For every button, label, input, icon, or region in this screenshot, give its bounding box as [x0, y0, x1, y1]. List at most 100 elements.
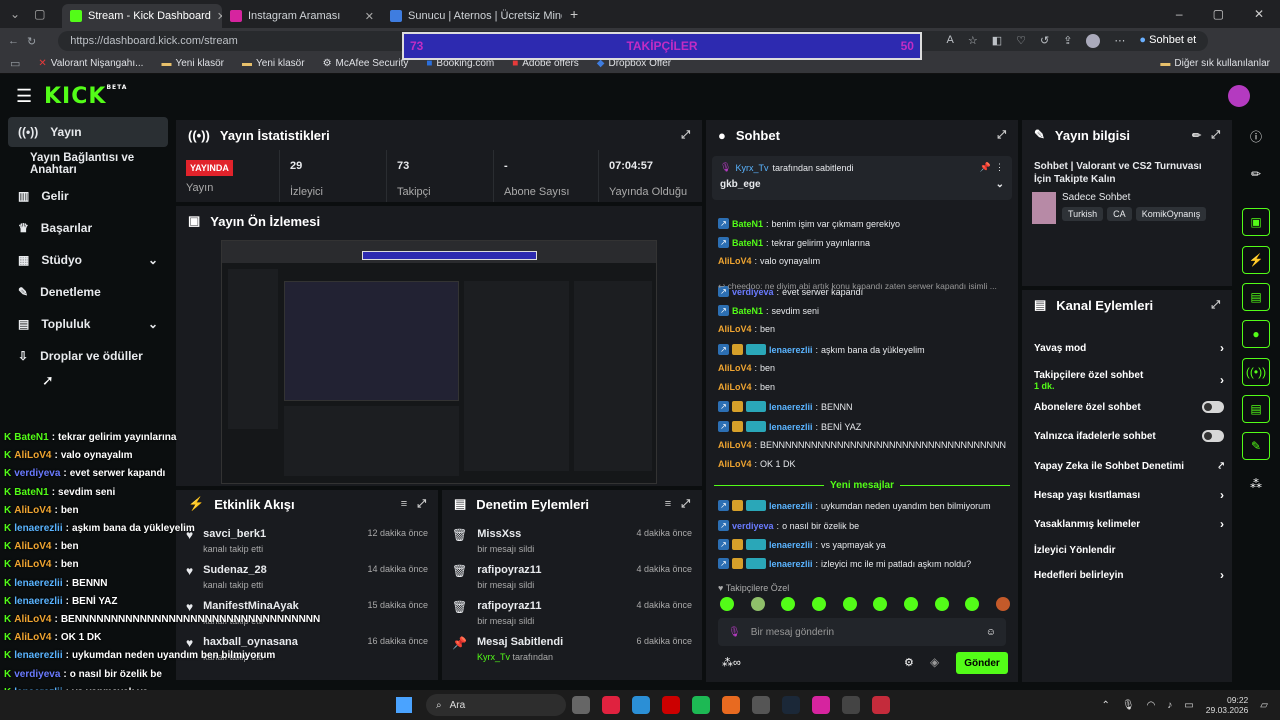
action-subs-only[interactable]: Abonelere özel sohbet [1034, 395, 1224, 419]
obs-icon[interactable] [842, 696, 860, 714]
more-menu-icon[interactable]: ⋯ [1114, 34, 1125, 48]
emote-icon[interactable] [903, 597, 918, 611]
valorant-icon[interactable] [872, 696, 890, 714]
app-icon[interactable] [722, 696, 740, 714]
emote-icon[interactable] [811, 597, 826, 611]
expand-icon[interactable]: ⤢ [417, 498, 426, 511]
chat-username[interactable]: AliLoV4 [718, 256, 752, 266]
chat-username[interactable]: BateN1 [732, 238, 763, 248]
emote-icon[interactable] [965, 597, 980, 611]
share-icon[interactable]: ⇪ [1063, 34, 1072, 48]
mic-icon[interactable]: 🎙 [1122, 700, 1135, 711]
chat-input[interactable]: 🎙 Bir mesaj gönderin ☺ [718, 618, 1006, 646]
favorite-star-icon[interactable]: ☆ [968, 34, 978, 48]
sidebar-item-basarilar[interactable]: ♛ Başarılar [8, 213, 168, 243]
collections-icon[interactable]: ♡ [1016, 34, 1026, 48]
wrench-icon[interactable]: ✎ [1242, 432, 1270, 460]
sidebar-item-yayin[interactable]: ((•)) Yayın [8, 117, 168, 147]
chat-username[interactable]: BateN1 [732, 219, 763, 229]
windows-start-icon[interactable] [396, 697, 412, 713]
moderation-icon[interactable]: ▤ [1242, 395, 1270, 423]
broadcast-icon[interactable]: ((•)) [1242, 358, 1270, 386]
chat-username[interactable]: AliLoV4 [718, 440, 752, 450]
bookmark-folder[interactable]: ▬ Yeni klasör [242, 58, 305, 69]
bookmark-folder[interactable]: ▬ Yeni klasör [161, 58, 224, 69]
reload-icon[interactable]: ↻ [27, 35, 36, 48]
expand-icon[interactable]: ⤢ [681, 498, 690, 511]
expand-icon[interactable]: ⤢ [997, 129, 1006, 142]
tag[interactable]: Turkish [1062, 207, 1104, 221]
chat-username[interactable]: lenaerezlii [769, 501, 813, 511]
emote-icon[interactable] [720, 597, 734, 611]
tag[interactable]: KomikOynanış [1135, 207, 1207, 221]
close-tab-icon[interactable]: ✕ [365, 10, 374, 23]
sidebar-item-denetleme[interactable]: ✎ Denetleme [8, 277, 168, 307]
hamburger-menu-icon[interactable]: ☰ [16, 86, 32, 107]
settings-gear-icon[interactable]: ⚙ [904, 656, 914, 669]
chat-username[interactable]: AliLoV4 [718, 459, 752, 469]
bookmark-item[interactable]: ⚙ McAfee Security [323, 58, 409, 69]
chat-username[interactable]: lenaerezlii [769, 345, 813, 355]
category-thumbnail[interactable] [1032, 192, 1056, 224]
netflix-icon[interactable] [662, 696, 680, 714]
copilot-chat-button[interactable]: ● Sohbet et [1139, 34, 1196, 48]
emote-icon[interactable] [842, 597, 857, 611]
document-icon[interactable]: ▤ [1242, 283, 1270, 311]
workspaces-icon[interactable]: ▢ [34, 7, 45, 21]
chat-username[interactable]: lenaerezlii [769, 559, 813, 569]
emote-icon[interactable] [873, 597, 888, 611]
action-banned-words[interactable]: Yasaklanmış kelimeler › [1034, 512, 1224, 536]
action-ai-moderation[interactable]: Yapay Zeka ile Sohbet Denetimi ⤤ [1034, 454, 1224, 478]
taskbar-search[interactable]: ⌕ Ara [426, 694, 566, 716]
chevron-down-icon[interactable]: ⌄ [996, 179, 1004, 190]
tag[interactable]: CA [1107, 207, 1132, 221]
chat-username[interactable]: AliLoV4 [718, 324, 752, 334]
points-icon[interactable]: ⁂∞ [722, 656, 741, 669]
steam-icon[interactable] [782, 696, 800, 714]
chat-username[interactable]: AliLoV4 [718, 382, 752, 392]
battery-icon[interactable]: ▭ [1184, 700, 1193, 711]
edge-icon[interactable] [632, 696, 650, 714]
task-view-icon[interactable] [572, 696, 590, 714]
chat-username[interactable]: verdiyeva [732, 521, 774, 531]
close-window-icon[interactable]: ✕ [1254, 7, 1264, 21]
spotify-icon[interactable] [692, 696, 710, 714]
action-raid[interactable]: İzleyici Yönlendir [1034, 538, 1224, 562]
chat-username[interactable]: lenaerezlii [769, 422, 813, 432]
chat-username[interactable]: lenaerezlii [769, 540, 813, 550]
bookmark-item[interactable]: ✕ Valorant Nişangahı... [38, 58, 143, 69]
edit-pencil-icon[interactable]: ✏ [1192, 129, 1201, 142]
tab-search-icon[interactable]: ⌄ [10, 7, 20, 21]
wifi-icon[interactable]: ◠ [1147, 700, 1156, 711]
toggle-switch[interactable] [1202, 401, 1224, 413]
sidebar-item-topluluk[interactable]: ▤ Topluluk ⌄ [8, 309, 168, 339]
more-icon[interactable]: ⋮ [995, 162, 1004, 173]
volume-icon[interactable]: ♪ [1167, 700, 1172, 711]
expand-icon[interactable]: ⤢ [1211, 129, 1220, 142]
info-icon[interactable]: ⓘ [1242, 122, 1270, 150]
action-slow-mode[interactable]: Yavaş mod › [1034, 336, 1224, 360]
chat-username[interactable]: lenaerezlii [769, 402, 813, 412]
filter-icon[interactable]: ≡ [665, 498, 671, 510]
chat-icon[interactable]: ● [1242, 320, 1270, 348]
tab-aternos[interactable]: Sunucu | Aternos | Ücretsiz Minecr ✕ [382, 4, 562, 28]
emote-icon[interactable] [781, 597, 796, 611]
profile-avatar[interactable] [1086, 34, 1101, 48]
action-goals[interactable]: Hedefleri belirleyin › [1034, 563, 1224, 587]
preview-video[interactable] [221, 240, 657, 484]
maximize-icon[interactable]: ▢ [1213, 7, 1224, 21]
bot-icon[interactable]: ◈ [930, 655, 939, 669]
expand-icon[interactable]: ⤢ [681, 129, 690, 142]
toggle-switch[interactable] [1202, 430, 1224, 442]
emote-icon[interactable] [750, 597, 765, 611]
instagram-icon[interactable] [812, 696, 830, 714]
emoji-icon[interactable]: ☺ [986, 627, 996, 638]
chat-username[interactable]: AliLoV4 [718, 363, 752, 373]
read-aloud-icon[interactable]: A [946, 34, 953, 48]
notifications-icon[interactable]: ▱ [1260, 700, 1268, 711]
camera-icon[interactable]: ▣ [1242, 208, 1270, 236]
chat-username[interactable]: BateN1 [732, 306, 763, 316]
pinned-message[interactable]: 🎙 Kyrx_Tv tarafından sabitlendi 📌 ⋮ gkb_ege ⌄ [712, 156, 1012, 200]
media-player-icon[interactable] [752, 696, 770, 714]
clock[interactable]: 09:22 29.03.2026 [1206, 695, 1249, 715]
